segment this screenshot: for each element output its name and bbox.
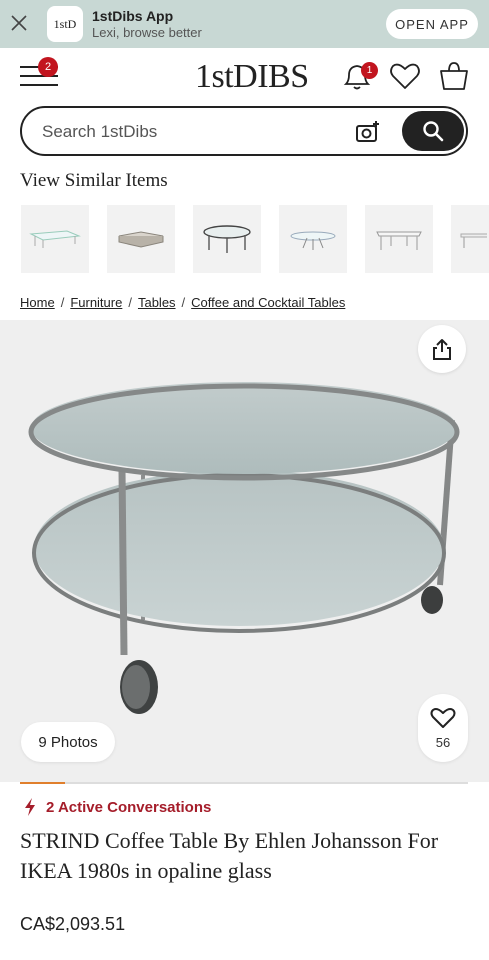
product-title: STRIND Coffee Table By Ehlen Johansson F… <box>20 828 439 883</box>
app-banner: 1stD 1stDibs App Lexi, browse better OPE… <box>0 0 489 48</box>
breadcrumb-separator: / <box>128 295 132 310</box>
favorite-count: 56 <box>435 734 451 750</box>
similar-item-thumb[interactable] <box>451 205 489 273</box>
share-button[interactable] <box>418 325 466 373</box>
product-price: CA$2,093.51 <box>20 914 126 934</box>
breadcrumb-coffee-tables[interactable]: Coffee and Cocktail Tables <box>191 295 345 310</box>
similar-item-thumb[interactable] <box>365 205 433 273</box>
breadcrumb-separator: / <box>60 295 65 310</box>
banner-title: 1stDibs App <box>92 8 174 24</box>
open-app-button[interactable]: OPEN APP <box>386 9 478 39</box>
close-icon[interactable] <box>6 10 32 36</box>
notification-badge: 1 <box>361 62 378 79</box>
similar-item-thumb[interactable] <box>279 205 347 273</box>
active-conversations-text: 2 Active Conversations <box>46 798 212 816</box>
shopping-bag-icon[interactable] <box>438 60 470 92</box>
similar-item-thumb[interactable] <box>107 205 175 273</box>
breadcrumb-home[interactable]: Home <box>20 295 55 310</box>
favorite-button[interactable]: 56 <box>418 694 468 762</box>
product-photo <box>28 382 460 714</box>
lightning-icon <box>25 798 35 816</box>
heart-icon <box>430 707 456 728</box>
menu-badge: 2 <box>38 57 58 77</box>
gallery-progress <box>20 782 468 784</box>
breadcrumb: Home / Furniture / Tables / Coffee and Cocktai… <box>20 295 345 310</box>
search-bar <box>20 106 468 156</box>
product-image-area[interactable] <box>0 320 489 782</box>
active-conversations: 2 Active Conversations <box>24 798 211 816</box>
app-logo-text: 1stD <box>53 16 77 31</box>
similar-item-thumb[interactable] <box>193 205 261 273</box>
app-logo-icon: 1stD <box>47 6 83 42</box>
breadcrumb-furniture[interactable]: Furniture <box>70 295 122 310</box>
search-icon <box>423 121 444 142</box>
camera-search-icon[interactable] <box>355 120 381 144</box>
similar-heading: View Similar Items <box>20 170 168 191</box>
heart-icon[interactable] <box>389 61 421 91</box>
site-logo[interactable]: 1stDIBS <box>195 58 309 96</box>
similar-item-thumb[interactable] <box>21 205 89 273</box>
search-input[interactable] <box>42 120 342 144</box>
breadcrumb-separator: / <box>181 295 186 310</box>
share-icon <box>433 339 451 360</box>
search-button[interactable] <box>402 111 464 151</box>
banner-subtitle: Lexi, browse better <box>92 25 202 40</box>
gallery-progress-fill <box>20 782 65 784</box>
photos-button[interactable]: 9 Photos <box>21 722 115 762</box>
breadcrumb-tables[interactable]: Tables <box>138 295 176 310</box>
